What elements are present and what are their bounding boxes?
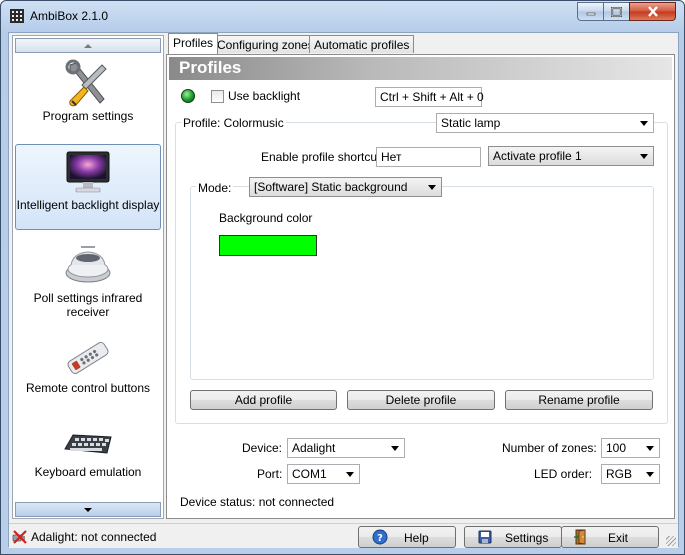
disconnected-plug-icon — [12, 530, 27, 544]
profile-label: Profile: Colormusic — [181, 116, 286, 130]
chevron-down-icon — [640, 154, 648, 159]
backlight-status-led-icon — [181, 89, 195, 103]
tab-profiles[interactable]: Profiles — [168, 33, 219, 54]
sidebar-item-label: Program settings — [42, 109, 134, 123]
ir-receiver-icon — [65, 246, 111, 283]
rename-profile-button[interactable]: Rename profile — [505, 390, 653, 410]
mode-select[interactable]: [Software] Static background — [249, 177, 442, 197]
sidebar-item-ir-receiver[interactable]: Poll settings infrared receiver — [15, 242, 161, 319]
led-order-select-value: RGB — [606, 467, 633, 481]
svg-text:?: ? — [377, 533, 383, 544]
background-color-swatch[interactable] — [219, 235, 317, 256]
tab-configuring-zones[interactable]: Configuring zones — [212, 35, 319, 53]
led-order-label: LED order: — [534, 467, 593, 481]
zones-label: Number of zones: — [502, 441, 597, 455]
chevron-down-icon — [391, 446, 399, 451]
add-profile-button[interactable]: Add profile — [190, 390, 337, 410]
sidebar-item-intelligent-backlight[interactable]: Intelligent backlight display — [15, 144, 161, 230]
sidebar-scroll-down-button[interactable] — [15, 502, 161, 517]
section-header: Profiles — [169, 57, 672, 80]
exit-button[interactable]: Exit — [561, 526, 659, 548]
background-color-label: Background color — [219, 211, 313, 225]
page-title: Profiles — [179, 58, 242, 77]
help-button-label: Help — [404, 531, 429, 545]
chevron-up-icon — [84, 43, 92, 48]
port-label: Port: — [257, 467, 283, 481]
exit-door-icon — [574, 529, 586, 545]
sidebar-item-label: Intelligent backlight display — [16, 198, 160, 212]
mode-label: Mode: — [196, 181, 234, 195]
device-select[interactable]: Adalight — [287, 438, 405, 458]
minimize-button[interactable] — [577, 2, 604, 21]
sidebar-scroll-up-button[interactable] — [15, 38, 161, 53]
sidebar-item-remote-control[interactable]: Remote control buttons — [15, 338, 161, 396]
client-area: Program settings Intelligent backlight d… — [8, 32, 679, 548]
profiles-panel: Profiles Use backlight Ctrl + Shift + Al… — [166, 54, 675, 519]
remote-control-icon — [67, 341, 109, 375]
sidebar-item-keyboard-emulation[interactable]: Keyboard emulation — [15, 426, 161, 484]
delete-profile-button[interactable]: Delete profile — [347, 390, 495, 410]
sidebar: Program settings Intelligent backlight d… — [12, 35, 164, 519]
chevron-down-icon — [646, 446, 654, 451]
sidebar-item-label: Poll settings infrared receiver — [33, 291, 143, 319]
activate-profile-value: Activate profile 1 — [493, 149, 582, 163]
ambibox-grid-icon — [10, 9, 24, 23]
profile-select[interactable]: Static lamp — [436, 113, 654, 133]
backlight-shortcut-input[interactable]: Ctrl + Shift + Alt + 0 — [375, 87, 484, 107]
enable-shortcut-label: Enable profile shortcut: — [261, 150, 384, 164]
device-select-value: Adalight — [292, 441, 336, 455]
help-icon: ? — [372, 529, 388, 545]
exit-button-label: Exit — [608, 531, 629, 545]
window-title: AmbiBox 2.1.0 — [30, 9, 109, 23]
zones-select-value: 100 — [606, 441, 627, 455]
chevron-down-icon — [84, 507, 92, 512]
profile-shortcut-input[interactable]: Нет — [376, 147, 481, 167]
led-order-select[interactable]: RGB — [601, 464, 660, 484]
mode-select-value: [Software] Static background — [254, 180, 408, 194]
chevron-down-icon — [646, 472, 654, 477]
settings-icon — [478, 530, 492, 544]
device-label: Device: — [242, 441, 283, 455]
settings-button[interactable]: Settings — [464, 526, 562, 548]
maximize-icon — [611, 6, 622, 17]
sidebar-item-label: Keyboard emulation — [34, 465, 142, 479]
port-select-value: COM1 — [292, 467, 327, 481]
activate-profile-select[interactable]: Activate profile 1 — [488, 146, 654, 166]
use-backlight-checkbox[interactable] — [211, 90, 224, 103]
close-button[interactable] — [629, 2, 676, 21]
maximize-button[interactable] — [603, 2, 630, 21]
chevron-down-icon — [428, 185, 436, 190]
settings-button-label: Settings — [505, 531, 549, 545]
title-bar[interactable]: AmbiBox 2.1.0 — [1, 1, 684, 31]
status-bar: Adalight: not connected ? Help Settings — [9, 523, 678, 548]
monitor-icon — [66, 151, 110, 193]
sidebar-item-program-settings[interactable]: Program settings — [15, 58, 161, 126]
close-icon — [647, 6, 658, 17]
tab-automatic-profiles[interactable]: Automatic profiles — [309, 35, 415, 53]
port-select[interactable]: COM1 — [287, 464, 360, 484]
keyboard-icon — [64, 434, 112, 454]
chevron-down-icon — [346, 472, 354, 477]
resize-grip-icon[interactable] — [666, 536, 676, 546]
sidebar-item-label: Remote control buttons — [25, 381, 151, 395]
minimize-icon — [586, 12, 595, 15]
connection-status-text: Adalight: not connected — [31, 530, 157, 544]
profile-select-value: Static lamp — [441, 116, 501, 130]
wrench-screwdriver-icon — [65, 59, 107, 107]
device-status-text: Device status: not connected — [180, 495, 335, 509]
zones-select[interactable]: 100 — [601, 438, 660, 458]
chevron-down-icon — [640, 121, 648, 126]
help-button[interactable]: ? Help — [358, 526, 456, 548]
app-window: AmbiBox 2.1.0 Program settings Intellige… — [0, 0, 685, 555]
use-backlight-label: Use backlight — [228, 89, 301, 103]
